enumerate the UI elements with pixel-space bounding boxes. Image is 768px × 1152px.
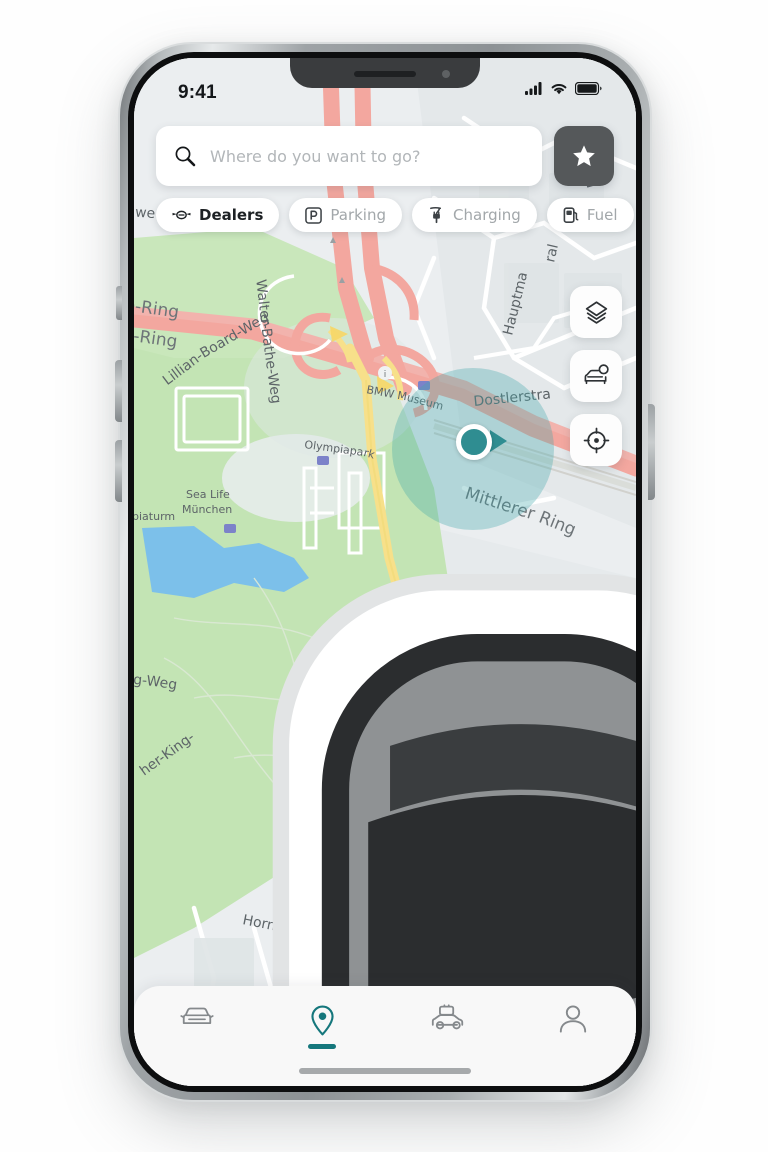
cellular-signal-icon: [525, 82, 542, 95]
search-input[interactable]: Where do you want to go?: [156, 126, 542, 186]
map-controls: [570, 286, 622, 466]
nav-active-indicator: [308, 1044, 337, 1049]
vehicle-marker[interactable]: [270, 472, 636, 1086]
chip-label: Charging: [453, 206, 521, 224]
recenter-button[interactable]: [570, 414, 622, 466]
chip-fuel[interactable]: Fuel: [546, 198, 634, 232]
parking-icon: [305, 206, 323, 224]
front-camera: [442, 70, 450, 78]
car-search-icon: [584, 363, 609, 384]
map-label-muenchen: München: [182, 503, 232, 516]
car-luggage-icon: [431, 1004, 463, 1030]
crosshair-locate-icon: [583, 427, 609, 453]
chip-parking[interactable]: Parking: [289, 198, 403, 232]
volume-down-button[interactable]: [115, 440, 122, 502]
search-row: Where do you want to go?: [156, 126, 614, 186]
status-indicators: [525, 82, 602, 95]
category-filter-chips: Dealers Parking Charging Fuel: [134, 198, 636, 238]
nav-map[interactable]: [260, 1004, 386, 1049]
wifi-icon: [551, 83, 567, 95]
map-layers-button[interactable]: [570, 286, 622, 338]
nav-vehicle[interactable]: [134, 1004, 260, 1030]
chip-dealers[interactable]: Dealers: [156, 198, 280, 232]
fuel-pump-icon: [563, 207, 579, 224]
device-notch: [290, 58, 480, 88]
chip-label: Parking: [330, 206, 387, 224]
charging-plug-icon: [430, 207, 442, 224]
layers-icon: [585, 300, 607, 324]
mute-switch[interactable]: [116, 286, 122, 320]
search-icon: [175, 146, 196, 167]
phone-screen: e-Ring s-Ring Lillian-Board-Weg Walter-B…: [134, 58, 636, 1086]
person-icon: [560, 1005, 587, 1033]
dealer-badge-icon: [172, 210, 191, 220]
star-icon: [573, 145, 595, 167]
search-placeholder-text: Where do you want to go?: [210, 146, 421, 166]
location-pin-icon: [311, 1005, 334, 1036]
earpiece-speaker: [354, 71, 416, 77]
home-indicator[interactable]: [299, 1068, 471, 1074]
battery-icon: [575, 82, 602, 95]
volume-up-button[interactable]: [115, 360, 122, 422]
heading-arrow-icon: [490, 430, 507, 452]
chip-label: Dealers: [199, 206, 264, 224]
chip-charging[interactable]: Charging: [412, 198, 537, 232]
svg-text:i: i: [384, 370, 387, 380]
car-front-icon: [180, 1007, 214, 1025]
nav-services[interactable]: [385, 1004, 511, 1032]
phone-scene: e-Ring s-Ring Lillian-Board-Weg Walter-B…: [0, 0, 768, 1152]
nav-profile[interactable]: [511, 1004, 637, 1034]
map-label-piaturm: piaturm: [134, 510, 175, 523]
chip-label: Fuel: [586, 206, 618, 224]
power-button[interactable]: [648, 404, 655, 500]
favorites-button[interactable]: [554, 126, 614, 186]
status-time: 9:41: [178, 82, 217, 103]
user-location-marker[interactable]: [456, 424, 492, 460]
find-my-car-button[interactable]: [570, 350, 622, 402]
map-label-sea-life: Sea Life: [186, 488, 230, 501]
